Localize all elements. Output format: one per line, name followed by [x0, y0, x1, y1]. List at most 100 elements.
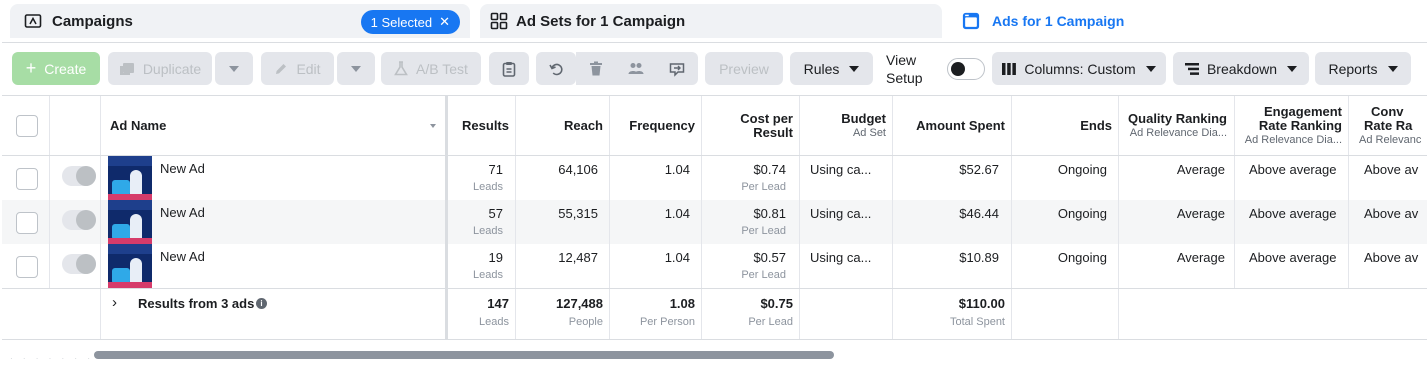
tab-adsets-label: Ad Sets for 1 Campaign [516, 12, 686, 30]
duplicate-dropdown-button[interactable] [215, 52, 253, 85]
clipboard-button[interactable] [489, 52, 529, 85]
total-amount-spent-unit: Total Spent [949, 316, 1005, 328]
edit-dropdown-button[interactable] [337, 52, 375, 85]
total-cost-unit: Per Lead [748, 316, 793, 328]
table-row[interactable]: New Ad 19 Leads 12,487 1.04 $0.57 Per Le… [2, 244, 1427, 288]
create-button[interactable]: + Create [12, 52, 100, 85]
info-icon[interactable]: i [256, 298, 267, 309]
amount-spent-value: $10.89 [959, 250, 999, 265]
totals-label: Results from 3 ads [138, 296, 255, 311]
undo-icon [549, 62, 563, 76]
col-header-reach[interactable]: Reach [516, 119, 603, 133]
horizontal-scrollbar[interactable] [94, 351, 834, 359]
ab-test-label: A/B Test [416, 60, 468, 77]
cost-value: $0.57 [753, 250, 786, 265]
frequency-value: 1.04 [664, 206, 690, 221]
ab-test-button[interactable]: A/B Test [381, 52, 481, 85]
export-button[interactable] [656, 52, 698, 85]
engagement-ranking-value: Above average [1249, 206, 1337, 221]
tab-ads-label: Ads for 1 Campaign [992, 13, 1125, 29]
undo-button[interactable] [536, 52, 576, 85]
quality-ranking-value: Average [1176, 206, 1225, 221]
frequency-value: 1.04 [664, 162, 690, 177]
chevron-right-icon[interactable]: › [112, 294, 117, 311]
col-header-ad-name[interactable]: Ad Name [110, 119, 166, 133]
duplicate-button[interactable]: Duplicate [108, 52, 212, 85]
select-all-checkbox[interactable] [16, 115, 38, 137]
audience-button[interactable] [616, 52, 656, 85]
total-results-value: 147 [487, 296, 509, 311]
flask-icon [394, 61, 408, 76]
quality-ranking-value: Average [1176, 162, 1225, 177]
ad-status-toggle[interactable] [62, 254, 96, 274]
engagement-ranking-value: Above average [1249, 250, 1337, 265]
col-header-budget[interactable]: Budget Ad Set [800, 112, 886, 140]
budget-value: Using ca... [810, 250, 872, 265]
toolbar: + Create Duplicate Edit A/B Test Preview… [2, 43, 1427, 95]
totals-row: › Results from 3 ads i 147 Leads 127,488… [2, 288, 1427, 340]
reach-value: 64,106 [558, 162, 598, 177]
ad-status-toggle[interactable] [62, 166, 96, 186]
selected-count-label: 1 Selected [370, 14, 433, 30]
cost-unit: Per Lead [741, 181, 786, 193]
col-header-results[interactable]: Results [448, 119, 509, 133]
ad-name-link[interactable]: New Ad [160, 161, 205, 176]
reports-button[interactable]: Reports [1315, 52, 1411, 85]
cost-value: $0.81 [753, 206, 786, 221]
engagement-ranking-value: Above average [1249, 162, 1337, 177]
reach-value: 55,315 [558, 206, 598, 221]
total-frequency-value: 1.08 [669, 296, 695, 311]
row-checkbox[interactable] [16, 256, 38, 278]
ad-status-toggle[interactable] [62, 210, 96, 230]
row-checkbox[interactable] [16, 168, 38, 190]
ad-thumbnail[interactable] [108, 156, 152, 200]
preview-button[interactable]: Preview [705, 52, 783, 85]
col-header-amount-spent[interactable]: Amount Spent [893, 119, 1005, 133]
delete-button[interactable] [576, 52, 616, 85]
row-checkbox[interactable] [16, 212, 38, 234]
columns-label: Columns: Custom [1024, 60, 1136, 77]
ad-thumbnail[interactable] [108, 244, 152, 288]
ad-name-link[interactable]: New Ad [160, 249, 205, 264]
tab-campaigns-label: Campaigns [52, 12, 133, 30]
view-setup-toggle[interactable] [947, 58, 985, 80]
results-value: 57 [488, 206, 503, 221]
col-header-quality-ranking[interactable]: Quality Ranking Ad Relevance Dia... [1119, 112, 1227, 140]
cost-unit: Per Lead [741, 225, 786, 237]
table-row[interactable]: New Ad 57 Leads 55,315 1.04 $0.81 Per Le… [2, 200, 1427, 244]
selected-count-badge[interactable]: 1 Selected ✕ [360, 10, 460, 34]
ad-name-link[interactable]: New Ad [160, 205, 205, 220]
tab-adsets[interactable]: Ad Sets for 1 Campaign [480, 4, 942, 38]
rules-label: Rules [803, 60, 840, 77]
col-header-ends[interactable]: Ends [1012, 119, 1112, 133]
col-header-engagement-ranking[interactable]: Engagement Rate Ranking Ad Relevance Dia… [1235, 105, 1342, 147]
columns-button[interactable]: Columns: Custom [992, 52, 1166, 85]
people-icon [628, 62, 644, 75]
quality-ranking-value: Average [1176, 250, 1225, 265]
table-row[interactable]: New Ad 71 Leads 64,106 1.04 $0.74 Per Le… [2, 156, 1427, 200]
amount-spent-value: $46.44 [959, 206, 999, 221]
col-header-frequency[interactable]: Frequency [610, 119, 695, 133]
pencil-icon [274, 62, 288, 76]
edit-button[interactable]: Edit [261, 52, 334, 85]
frequency-value: 1.04 [664, 250, 690, 265]
ad-thumbnail[interactable] [108, 200, 152, 244]
tab-ads[interactable]: Ads for 1 Campaign [952, 0, 1427, 42]
results-value: 71 [488, 162, 503, 177]
breakdown-icon [1184, 62, 1199, 75]
ads-panel: + Create Duplicate Edit A/B Test Preview… [2, 42, 1427, 374]
close-icon[interactable]: ✕ [439, 14, 450, 30]
cost-unit: Per Lead [741, 269, 786, 281]
rules-button[interactable]: Rules [790, 52, 873, 85]
results-value: 19 [488, 250, 503, 265]
reports-label: Reports [1328, 60, 1378, 77]
sort-icon[interactable] [430, 124, 436, 128]
duplicate-icon [119, 62, 135, 76]
scroll-track: · · · · · · · [10, 354, 94, 363]
col-header-conversion-ranking[interactable]: Conv Rate Ra Ad Relevanc [1359, 105, 1427, 147]
tab-campaigns[interactable]: Campaigns 1 Selected ✕ [10, 4, 470, 38]
cost-value: $0.74 [753, 162, 786, 177]
col-header-cost-per-result[interactable]: Cost per Result [702, 112, 793, 140]
ends-value: Ongoing [1057, 206, 1107, 221]
breakdown-button[interactable]: Breakdown [1173, 52, 1309, 85]
